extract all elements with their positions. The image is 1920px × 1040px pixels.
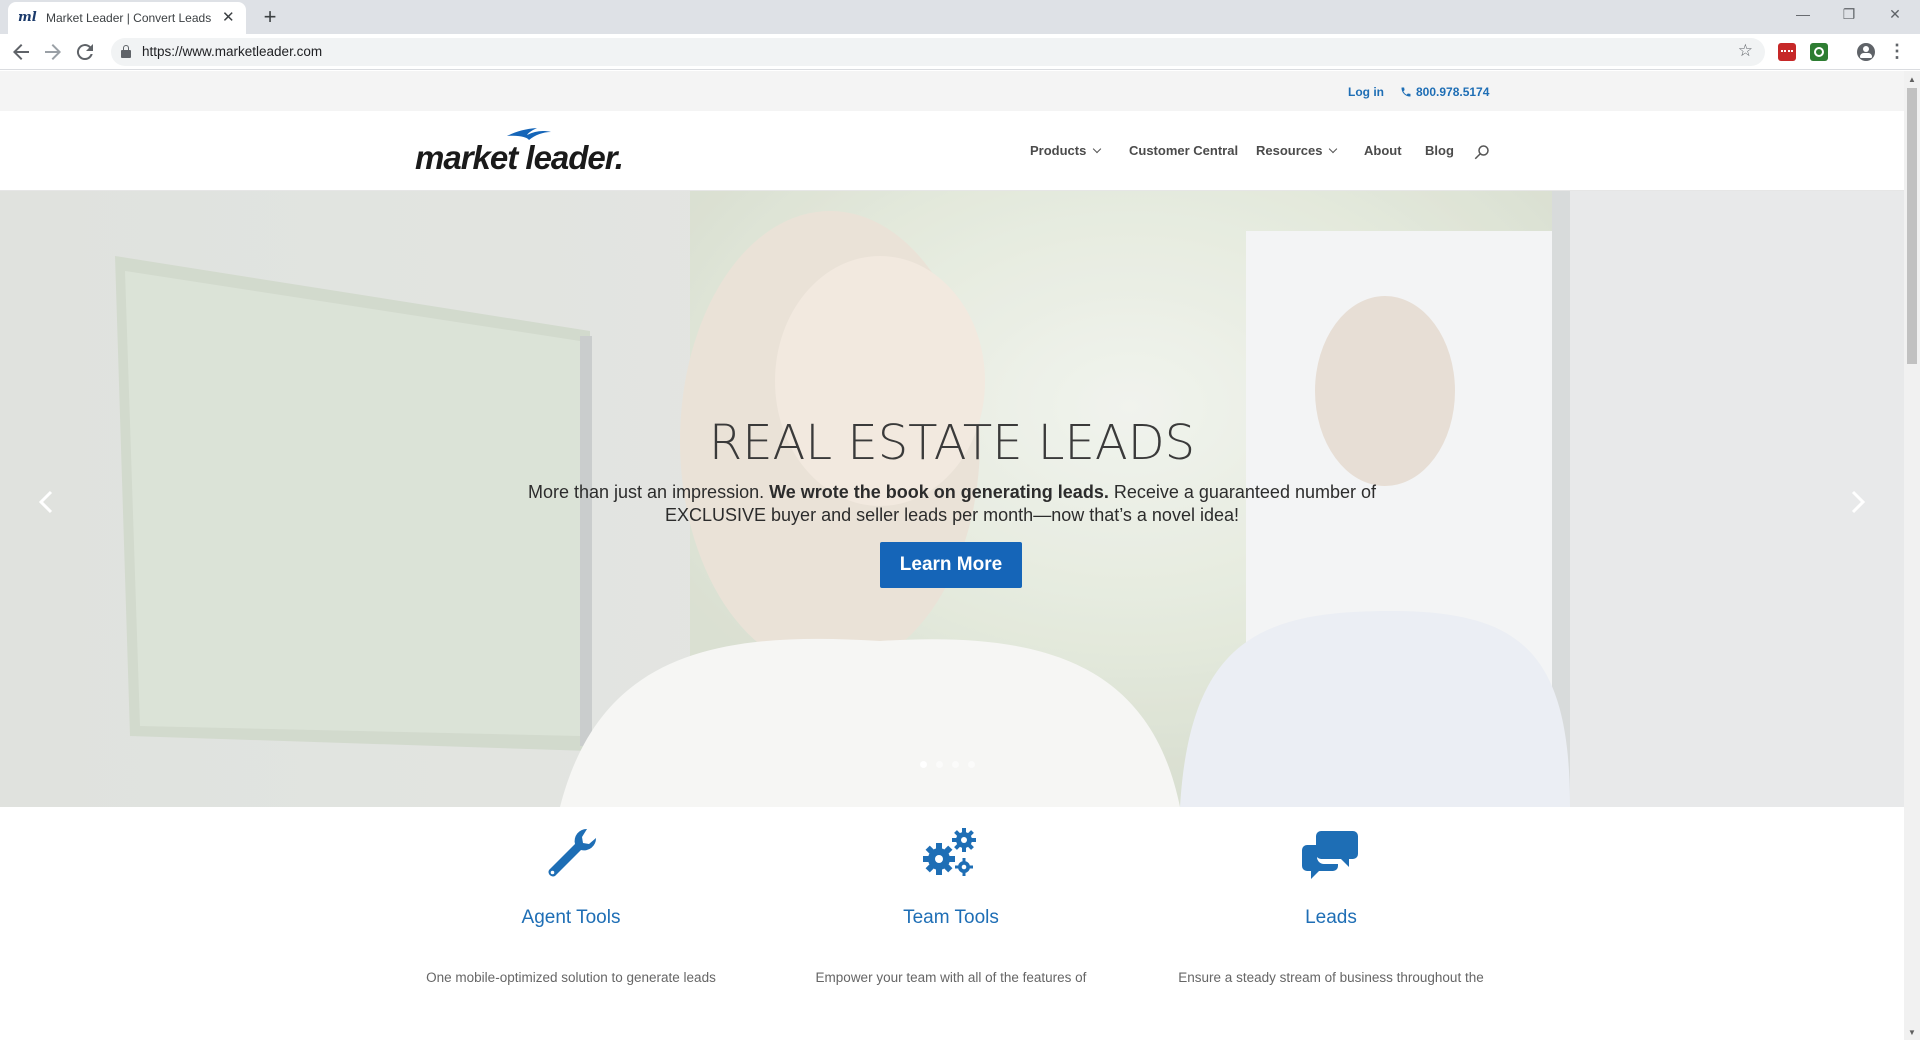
wrench-icon [548, 828, 597, 877]
slider-dot[interactable] [952, 761, 959, 768]
hero-title: REAL ESTATE LEADS [708, 415, 1196, 471]
hero-copy-bold: We wrote the book on generating leads. [769, 482, 1109, 502]
feature-title[interactable]: Team Tools [761, 907, 1141, 929]
hero-slider: REAL ESTATE LEADS More than just an impr… [0, 191, 1904, 807]
chevron-down-icon [1329, 144, 1338, 154]
login-link[interactable]: Log in [1348, 85, 1384, 99]
star-icon[interactable]: ☆ [1738, 41, 1753, 61]
slider-dot[interactable] [920, 761, 927, 768]
nav-customer-central[interactable]: Customer Central [1129, 143, 1238, 158]
nav-label: About [1364, 143, 1402, 158]
utility-bar: Log in 800.978.5174 [0, 71, 1904, 111]
account-icon[interactable] [1857, 43, 1875, 61]
tab-title: Market Leader | Convert Leads In [46, 11, 213, 25]
chevron-left-icon[interactable] [32, 487, 62, 517]
nav-resources[interactable]: Resources [1256, 143, 1338, 158]
site-header: market leader. Products Customer Central… [0, 111, 1904, 191]
url-text: https://www.marketleader.com [142, 44, 323, 59]
reload-icon[interactable] [73, 40, 97, 64]
feature-team-tools: Team Tools Empower your team with all of… [761, 823, 1141, 988]
forward-arrow-icon[interactable] [41, 40, 65, 64]
phone-number: 800.978.5174 [1416, 85, 1490, 99]
chat-bubbles-icon [1302, 831, 1358, 879]
nav-label: Blog [1425, 143, 1454, 158]
restore-icon[interactable]: ❐ [1826, 0, 1872, 30]
browser-tab[interactable]: ml Market Leader | Convert Leads In ✕ [8, 2, 246, 34]
browser-toolbar: https://www.marketleader.com ☆ ⋮ [0, 34, 1920, 70]
extension-icon[interactable] [1778, 43, 1796, 61]
feature-description: Ensure a steady stream of business throu… [1178, 970, 1484, 985]
search-icon[interactable] [1473, 143, 1491, 161]
close-window-icon[interactable]: ✕ [1872, 0, 1918, 30]
nav-products[interactable]: Products [1030, 143, 1102, 158]
site-favicon-icon: ml [18, 10, 37, 25]
chevron-down-icon [1093, 144, 1102, 154]
nav-blog[interactable]: Blog [1425, 143, 1454, 158]
slider-dots [920, 761, 975, 768]
phone-link[interactable]: 800.978.5174 [1400, 85, 1489, 99]
tab-strip: ml Market Leader | Convert Leads In ✕ + … [0, 0, 1920, 34]
learn-more-button[interactable]: Learn More [880, 542, 1022, 588]
logo-wordmark: market leader. [415, 139, 624, 176]
kebab-menu-icon[interactable]: ⋮ [1888, 40, 1906, 64]
feature-title[interactable]: Leads [1141, 907, 1521, 929]
scrollbar-thumb[interactable] [1907, 88, 1917, 364]
feature-leads: Leads Ensure a steady stream of business… [1141, 823, 1521, 988]
minimize-icon[interactable]: — [1780, 0, 1826, 30]
feature-description: One mobile-optimized solution to generat… [426, 970, 716, 985]
hero-copy-intro: More than just an impression. [527, 482, 770, 502]
slider-dot[interactable] [936, 761, 943, 768]
hero-copy: More than just an impression. We wrote t… [520, 481, 1384, 527]
extension-icon[interactable] [1810, 43, 1828, 61]
close-tab-icon[interactable]: ✕ [221, 10, 236, 26]
market-leader-logo[interactable]: market leader. [415, 127, 624, 177]
nav-label: Customer Central [1129, 143, 1239, 158]
scroll-down-icon[interactable]: ▼ [1908, 1028, 1916, 1037]
chevron-right-icon[interactable] [1842, 487, 1872, 517]
nav-label: Resources [1256, 143, 1323, 158]
page-scrollbar[interactable]: ▲ ▼ [1904, 71, 1920, 1040]
back-arrow-icon[interactable] [9, 40, 33, 64]
slider-dot[interactable] [968, 761, 975, 768]
scroll-up-icon[interactable]: ▲ [1908, 75, 1916, 84]
feature-agent-tools: Agent Tools One mobile-optimized solutio… [381, 823, 761, 988]
page-viewport: Log in 800.978.5174 market leader. Produ… [0, 71, 1904, 1040]
new-tab-button[interactable]: + [258, 6, 282, 30]
nav-label: Products [1030, 143, 1087, 158]
gears-icon [923, 828, 976, 876]
address-bar[interactable]: https://www.marketleader.com ☆ [111, 38, 1765, 66]
feature-description: Empower your team with all of the featur… [815, 970, 1087, 985]
feature-title[interactable]: Agent Tools [381, 907, 761, 929]
phone-icon [1401, 87, 1411, 97]
nav-about[interactable]: About [1364, 143, 1402, 158]
lock-icon [121, 45, 131, 58]
